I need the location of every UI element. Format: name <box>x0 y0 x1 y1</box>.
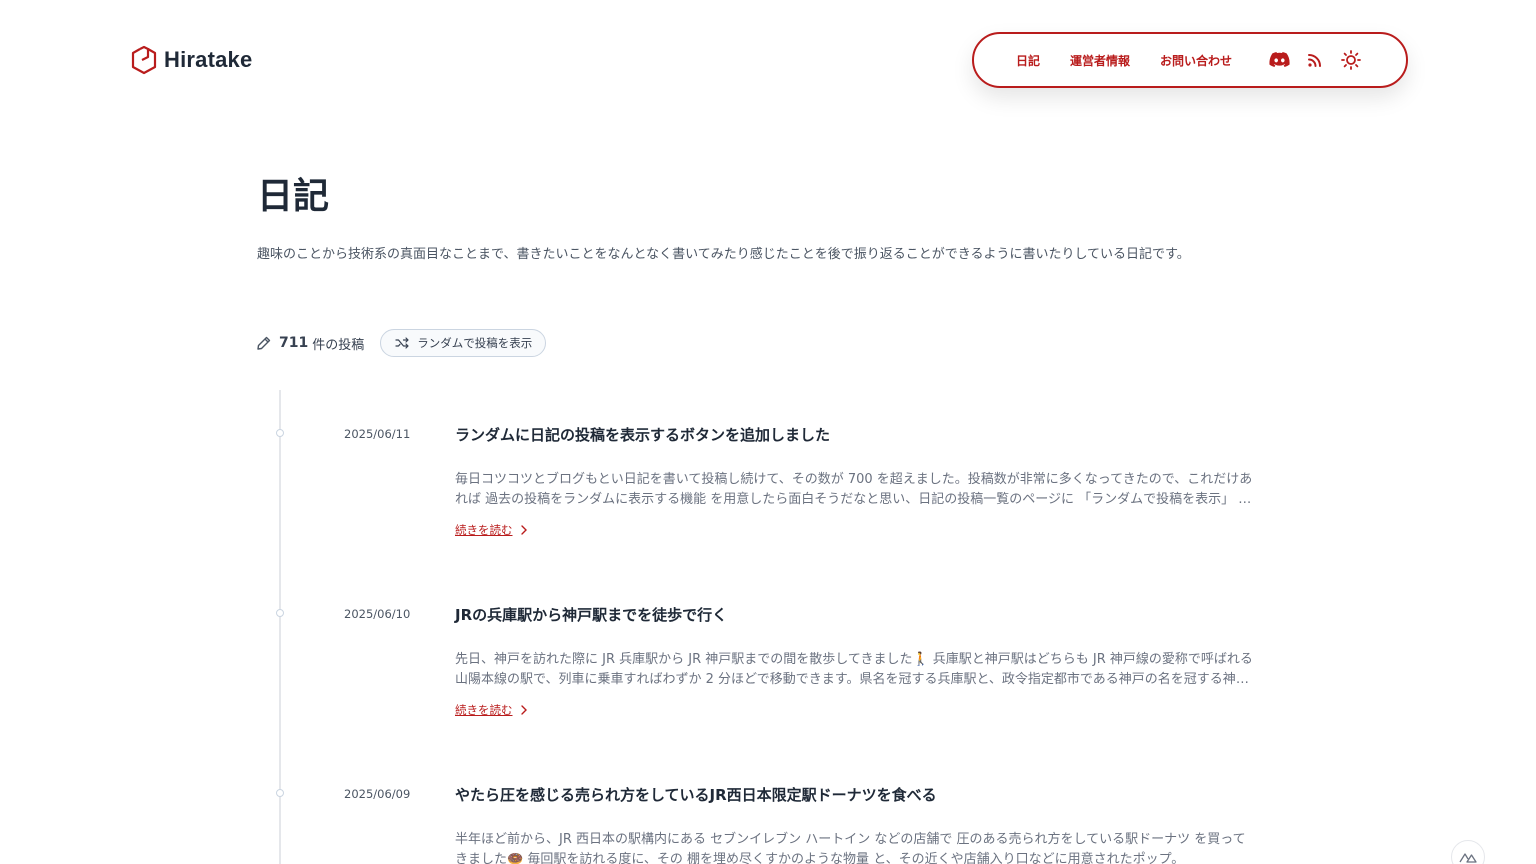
site-name: Hiratake <box>164 47 253 72</box>
post-title[interactable]: やたら圧を感じる売られ方をしているJR西日本限定駅ドーナツを食べる <box>455 784 937 805</box>
dev-tools-button[interactable] <box>1451 840 1485 864</box>
read-more-link[interactable]: 続きを読む <box>455 702 527 718</box>
nav-link-diary[interactable]: 日記 <box>1016 52 1040 69</box>
post-excerpt: 先日、神戸を訪れた際に JR 兵庫駅から JR 神戸駅までの間を散歩してきました… <box>455 652 1253 687</box>
pencil-icon <box>257 336 271 350</box>
timeline-dot <box>276 429 284 437</box>
post-date: 2025/06/09 <box>344 787 411 801</box>
post-count-label: 件の投稿 <box>312 337 365 353</box>
chevron-right-icon <box>520 525 527 535</box>
rss-icon[interactable] <box>1304 49 1326 71</box>
discord-icon[interactable] <box>1268 49 1290 71</box>
page-description: 趣味のことから技術系の真面目なことまで、書きたいことをなんとなく書いてみたり感じ… <box>257 247 1190 262</box>
post-date: 2025/06/11 <box>344 427 411 441</box>
hexagon-logo-icon <box>131 45 157 75</box>
site-logo[interactable]: Hiratake <box>130 45 252 75</box>
nav-link-about[interactable]: 運営者情報 <box>1070 52 1130 69</box>
post-title[interactable]: JRの兵庫駅から神戸駅までを徒歩で行く <box>455 604 727 625</box>
random-post-button[interactable]: ランダムで投稿を表示 <box>380 329 547 357</box>
post-title[interactable]: ランダムに日記の投稿を表示するボタンを追加しました <box>455 424 830 445</box>
sun-icon[interactable] <box>1340 49 1362 71</box>
nav-link-contact[interactable]: お問い合わせ <box>1160 52 1232 69</box>
read-more-link[interactable]: 続きを読む <box>455 522 527 538</box>
shuffle-icon <box>395 337 409 349</box>
post-excerpt: 毎日コツコツとブログもとい日記を書いて投稿し続けて、その数が 700 を超えまし… <box>455 472 1253 507</box>
post-date: 2025/06/10 <box>344 607 411 621</box>
page-title: 日記 <box>257 176 330 217</box>
nuxt-icon <box>1459 853 1477 863</box>
timeline-dot <box>276 609 284 617</box>
chevron-right-icon <box>520 705 527 715</box>
random-post-label: ランダムで投稿を表示 <box>417 336 533 350</box>
main-nav: 日記 運営者情報 お問い合わせ <box>972 32 1408 88</box>
post-count: 711 <box>279 335 309 351</box>
timeline-dot <box>276 789 284 797</box>
post-excerpt: 半年ほど前から、JR 西日本の駅構内にある セブンイレブン ハートイン などの店… <box>455 832 1246 864</box>
read-more-label: 続きを読む <box>455 703 513 717</box>
read-more-label: 続きを読む <box>455 523 513 537</box>
post-meta-row: 711 件の投稿 ランダムで投稿を表示 <box>257 329 547 357</box>
